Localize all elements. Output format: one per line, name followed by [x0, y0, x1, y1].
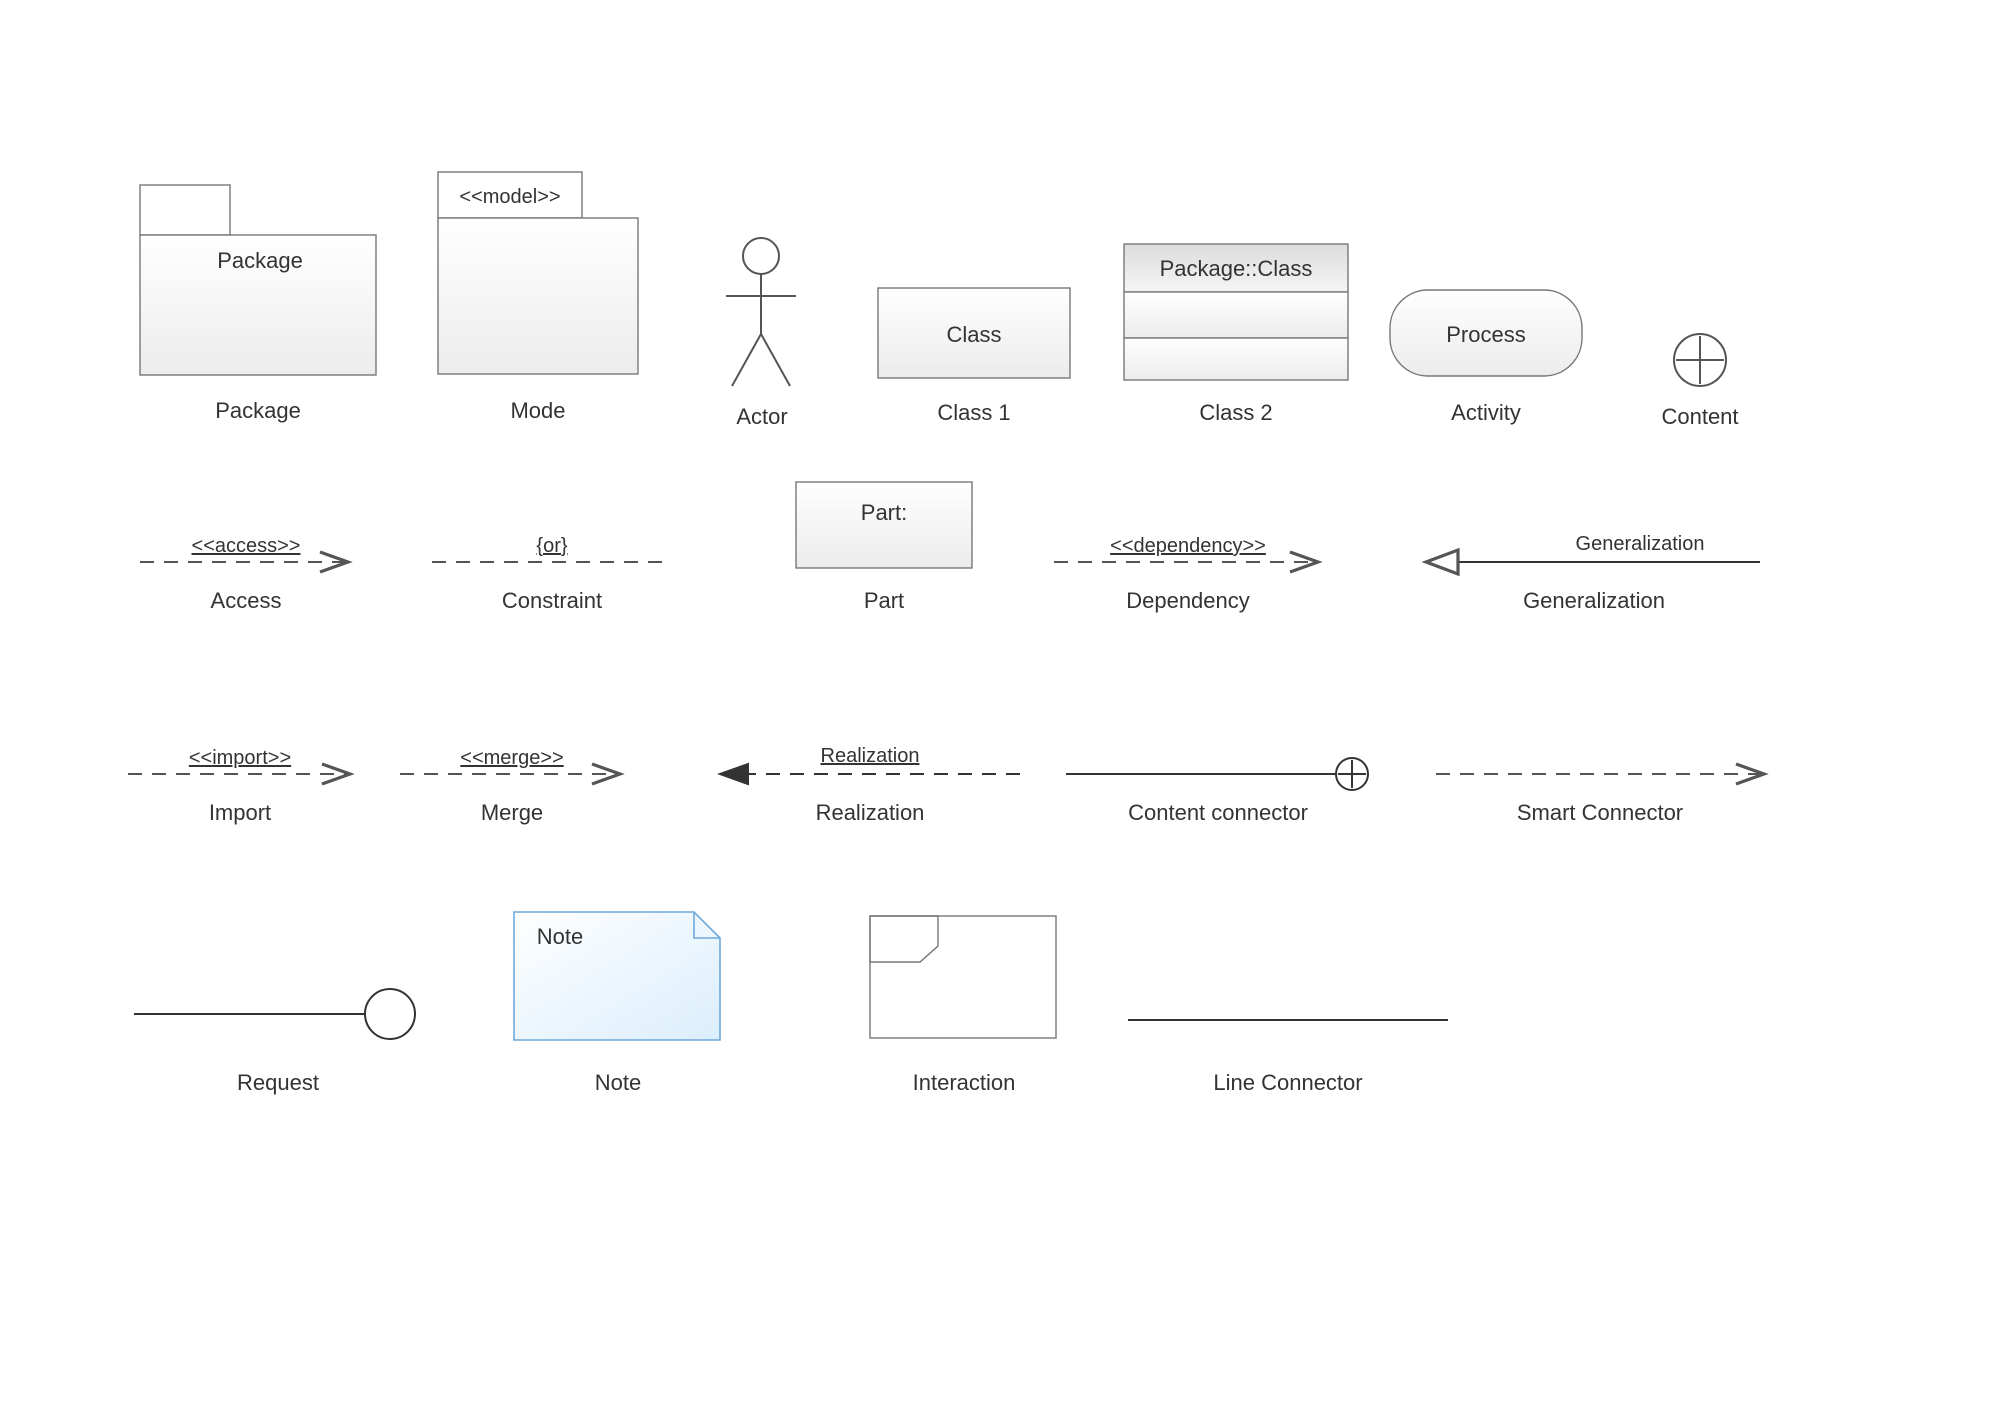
interaction-label: Interaction — [913, 1070, 1016, 1095]
access-tag: <<access>> — [192, 535, 301, 557]
smart-connector-label: Smart Connector — [1517, 800, 1683, 825]
content-connector-shape — [1066, 758, 1368, 790]
constraint-shape: {or} — [432, 535, 668, 562]
activity-label: Activity — [1451, 400, 1521, 425]
package-shape: Package — [140, 185, 376, 375]
activity-inner: Process — [1446, 322, 1525, 347]
part-label: Part — [864, 588, 904, 613]
note-shape: Note — [514, 912, 720, 1040]
part-inner: Part: — [861, 500, 907, 525]
note-label: Note — [595, 1070, 641, 1095]
constraint-label: Constraint — [502, 588, 602, 613]
mode-shape: <<model>> — [438, 172, 638, 374]
package-inner-label: Package — [217, 248, 303, 273]
mode-label: Mode — [510, 398, 565, 423]
content-shape — [1674, 334, 1726, 386]
import-tag: <<import>> — [189, 747, 291, 769]
class2-inner: Package::Class — [1160, 256, 1313, 281]
realization-tag: Realization — [821, 745, 920, 767]
request-label: Request — [237, 1070, 319, 1095]
class1-label: Class 1 — [937, 400, 1010, 425]
actor-shape — [726, 238, 796, 386]
class2-shape: Package::Class — [1124, 244, 1348, 380]
interaction-shape — [870, 916, 1056, 1038]
dependency-tag: <<dependency>> — [1110, 535, 1266, 557]
constraint-tag: {or} — [536, 535, 567, 557]
actor-label: Actor — [736, 404, 787, 429]
dependency-shape: <<dependency>> — [1054, 535, 1318, 562]
realization-shape: Realization — [720, 745, 1020, 774]
merge-shape: <<merge>> — [400, 747, 620, 774]
realization-label: Realization — [816, 800, 925, 825]
content-connector-label: Content connector — [1128, 800, 1308, 825]
line-connector-label: Line Connector — [1213, 1070, 1362, 1095]
access-shape: <<access>> — [140, 535, 348, 562]
mode-stereo: <<model>> — [459, 186, 560, 208]
activity-shape: Process — [1390, 290, 1582, 376]
class1-shape: Class — [878, 288, 1070, 378]
merge-label: Merge — [481, 800, 543, 825]
access-label: Access — [211, 588, 282, 613]
part-shape: Part: — [796, 482, 972, 568]
request-shape — [134, 989, 415, 1039]
generalization-shape: Generalization — [1426, 533, 1760, 562]
import-shape: <<import>> — [128, 747, 350, 774]
package-label: Package — [215, 398, 301, 423]
dependency-label: Dependency — [1126, 588, 1250, 613]
generalization-tag: Generalization — [1576, 533, 1705, 555]
import-label: Import — [209, 800, 271, 825]
merge-tag: <<merge>> — [460, 747, 563, 769]
class2-label: Class 2 — [1199, 400, 1272, 425]
note-inner: Note — [537, 924, 583, 949]
generalization-label: Generalization — [1523, 588, 1665, 613]
class1-inner: Class — [946, 322, 1001, 347]
content-label: Content — [1661, 404, 1738, 429]
